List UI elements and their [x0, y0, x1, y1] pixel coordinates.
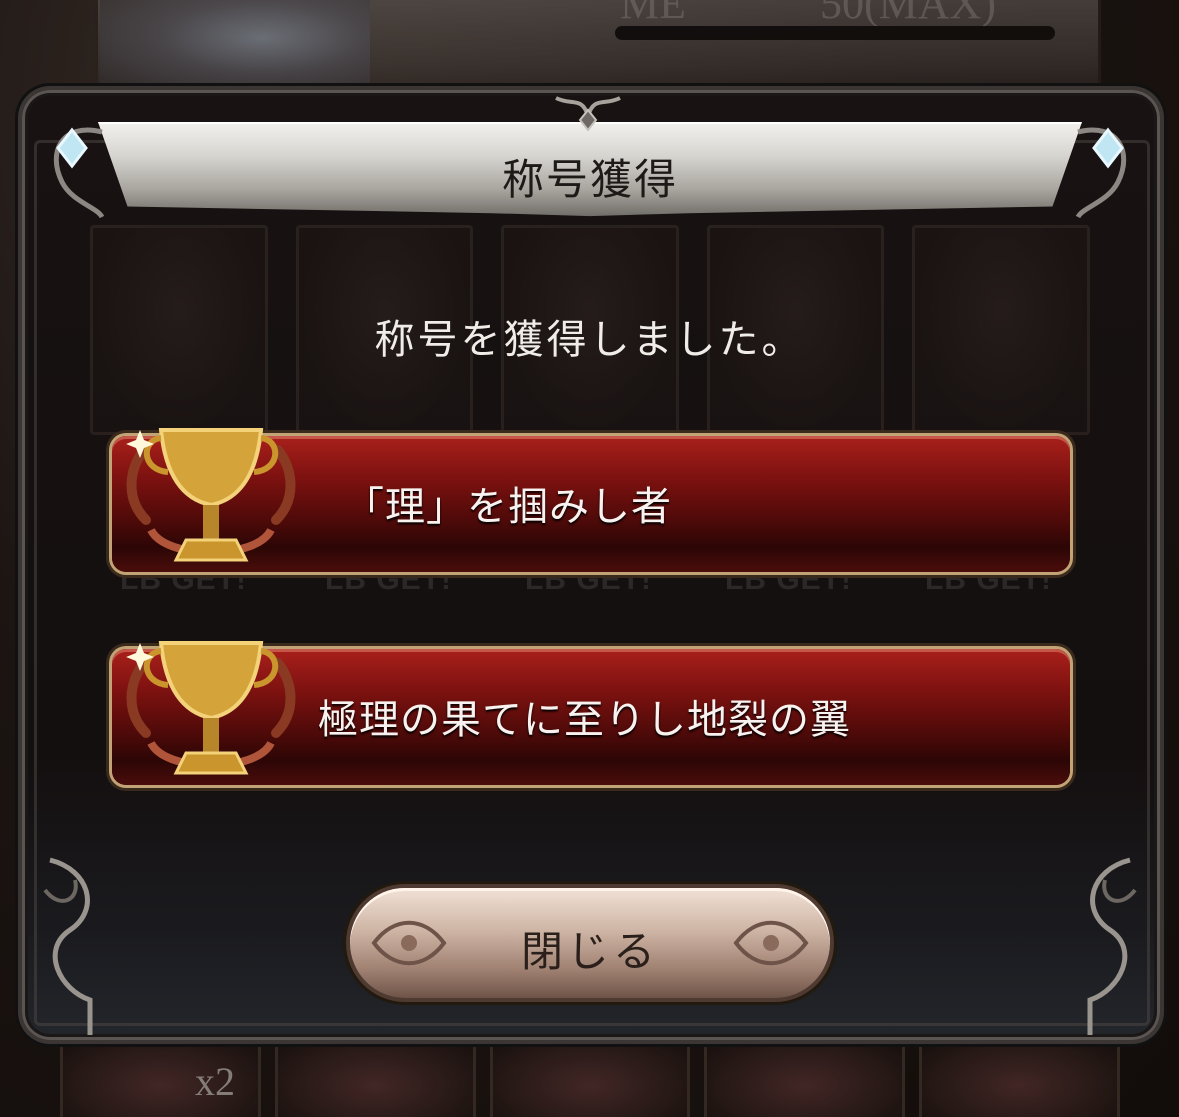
background-level-value: 50(MAX): [820, 0, 996, 28]
title-entry: 極理の果てに至りし地裂の翼: [112, 641, 1070, 785]
background-item-slot: [489, 1035, 691, 1117]
background-level-label: ME: [620, 0, 686, 28]
title-entry-label: 「理」を掴みし者: [344, 484, 672, 530]
title-entry-label: 極理の果てに至りし地裂の翼: [318, 697, 851, 743]
dialog-title: 称号獲得: [501, 155, 678, 204]
close-button[interactable]: 閉じる: [350, 888, 830, 998]
background-item-count: x2: [195, 1059, 235, 1104]
background-item-slot: [274, 1035, 476, 1117]
corner-ornament-left-icon: [43, 857, 93, 1035]
background-character-portrait: [100, 0, 370, 95]
corner-ornament-right-icon: [1087, 857, 1137, 1035]
acquired-message: 称号を獲得しました。: [374, 317, 805, 363]
title-entry: 「理」を掴みし者: [112, 428, 1070, 572]
close-button-label: 閉じる: [520, 927, 659, 976]
gold-trophy-icon: [126, 428, 296, 562]
background-item-slot: [704, 1035, 906, 1117]
background-exp-bar: [615, 26, 1055, 40]
gold-trophy-icon: [126, 641, 296, 775]
background-item-slot: [919, 1035, 1120, 1117]
top-crest-ornament-icon: [555, 96, 621, 132]
